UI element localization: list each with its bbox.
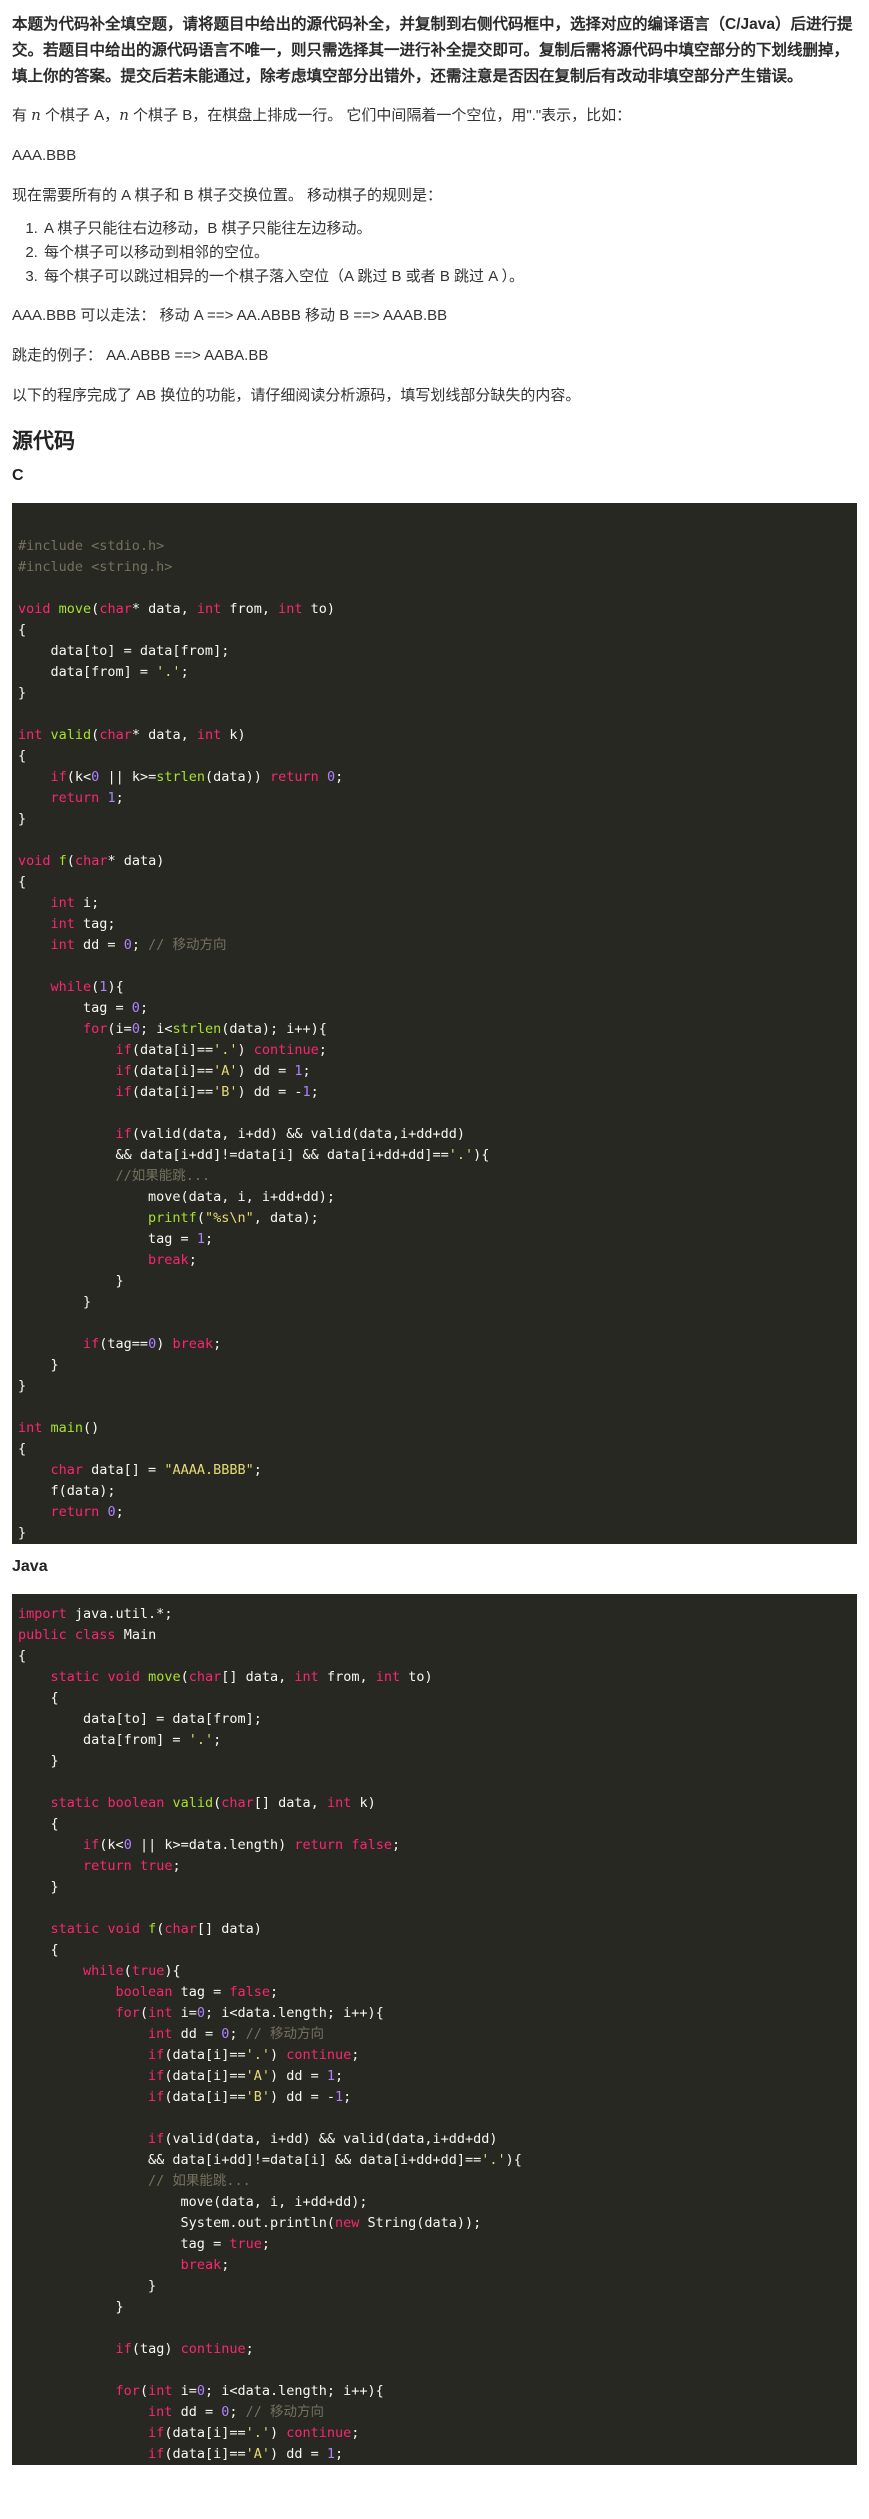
code-comment: // 如果能跳... <box>148 2173 251 2189</box>
paragraph-rules-intro: 现在需要所有的 A 棋子和 B 棋子交换位置。 移动棋子的规则是： <box>12 187 443 204</box>
paragraph-setup: 有 n 个棋子 A，n 个棋子 B，在棋盘上排成一行。 它们中间隔着一个空位，用… <box>12 104 857 127</box>
string-literal: '.' <box>245 2047 270 2063</box>
paragraph-move-example: AAA.BBB 可以走法： 移动 A ==> AA.ABBB 移动 B ==> … <box>12 307 448 324</box>
paragraph-example-board: AAA.BBB <box>12 147 77 164</box>
code-comment: // 移动方向 <box>245 2026 325 2042</box>
rule-item: 每个棋子可以跳过相异的一个棋子落入空位（A 跳过 B 或者 B 跳过 A ）。 <box>42 265 857 289</box>
math-var-n: n <box>119 106 129 124</box>
section-title-source-code: 源代码 <box>12 430 75 453</box>
text-fragment: 有 <box>12 107 32 124</box>
string-literal: '.' <box>481 2152 506 2168</box>
rule-item: A 棋子只能往右边移动，B 棋子只能往左边移动。 <box>42 217 857 241</box>
text-fragment: 个棋子 B，在棋盘上排成一行。 它们中间隔着一个空位，用"."表示，比如： <box>128 107 632 124</box>
string-literal: "%s\n" <box>204 1210 254 1226</box>
code-block-c[interactable]: #include <stdio.h> #include <string.h> vo… <box>12 503 857 1544</box>
string-literal: 'A' <box>245 2446 270 2462</box>
string-literal: 'A' <box>245 2068 270 2084</box>
string-literal: 'B' <box>245 2089 270 2105</box>
rule-item: 每个棋子可以移动到相邻的空位。 <box>42 241 857 265</box>
string-literal: '.' <box>213 1042 238 1058</box>
string-literal: 'B' <box>213 1084 238 1100</box>
code-comment: //如果能跳... <box>115 1168 211 1184</box>
lang-label-c: C <box>12 467 24 484</box>
code-comment: // 移动方向 <box>245 2404 325 2420</box>
paragraph-jump-example: 跳走的例子： AA.ABBB ==> AABA.BB <box>12 347 269 364</box>
string-literal: '.' <box>188 1732 214 1748</box>
problem-page: 本题为代码补全填空题，请将题目中给出的源代码补全，并复制到右侧代码框中，选择对应… <box>0 0 869 2465</box>
lang-label-java: Java <box>12 1558 48 1575</box>
code-block-java[interactable]: import java.util.*; public class Main{ st… <box>12 1594 857 2465</box>
intro-instructions: 本题为代码补全填空题，请将题目中给出的源代码补全，并复制到右侧代码框中，选择对应… <box>12 16 853 85</box>
text-fragment: 个棋子 A， <box>40 107 120 124</box>
string-literal: '.' <box>448 1147 474 1163</box>
code-comment: // 移动方向 <box>148 937 227 953</box>
string-literal: "AAAA.BBBB" <box>164 1462 254 1478</box>
paragraph-task: 以下的程序完成了 AB 换位的功能，请仔细阅读分析源码，填写划线部分缺失的内容。 <box>12 387 581 404</box>
string-literal: 'A' <box>213 1063 238 1079</box>
string-literal: '.' <box>156 664 181 680</box>
math-var-n: n <box>31 106 41 124</box>
string-literal: '.' <box>245 2425 270 2441</box>
rules-list: A 棋子只能往右边移动，B 棋子只能往左边移动。 每个棋子可以移动到相邻的空位。… <box>12 217 857 289</box>
